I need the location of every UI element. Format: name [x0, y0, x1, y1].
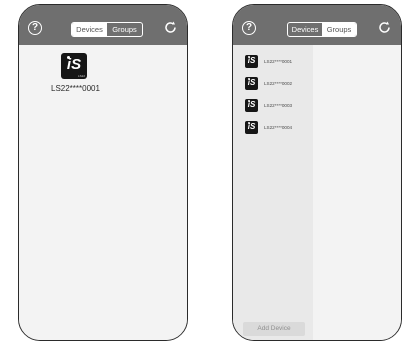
device-logo-icon: iS: [245, 55, 258, 68]
device-tile[interactable]: iS LS22 LS22****0001: [51, 53, 115, 93]
refresh-icon[interactable]: [163, 20, 178, 35]
device-name: LS22****0004: [264, 125, 293, 130]
phone-devices-view: ? Devices Groups iS LS22 LS22****0001: [18, 4, 188, 341]
tab-devices[interactable]: Devices: [288, 23, 322, 36]
groups-content: iS LS22****0001 iS LS22****0002 iS LS22*…: [233, 45, 401, 340]
device-logo-icon: iS: [245, 77, 258, 90]
tab-groups[interactable]: Groups: [107, 23, 142, 36]
device-grid: iS LS22 LS22****0001: [19, 45, 187, 340]
refresh-icon[interactable]: [377, 20, 392, 35]
top-bar: ? Devices Groups: [19, 5, 187, 45]
add-device-button[interactable]: Add Device: [243, 322, 305, 336]
list-item[interactable]: iS LS22****0002: [245, 77, 292, 90]
device-name: LS22****0001: [264, 59, 293, 64]
device-name: LS22****0001: [51, 84, 100, 93]
device-name: LS22****0003: [264, 103, 293, 108]
device-list-panel: iS LS22****0001 iS LS22****0002 iS LS22*…: [233, 45, 313, 340]
phone-groups-view: ? Devices Groups iS LS22****0001 iS LS22…: [232, 4, 402, 341]
help-icon[interactable]: ?: [28, 21, 42, 35]
list-item[interactable]: iS LS22****0004: [245, 121, 292, 134]
tab-devices[interactable]: Devices: [72, 23, 107, 36]
list-item[interactable]: iS LS22****0003: [245, 99, 292, 112]
device-logo-icon: iS: [245, 121, 258, 134]
top-bar: ? Devices Groups: [233, 5, 401, 45]
device-name: LS22****0002: [264, 81, 293, 86]
device-logo-icon: iS LS22: [61, 53, 87, 79]
devices-groups-toggle: Devices Groups: [71, 22, 143, 37]
list-item[interactable]: iS LS22****0001: [245, 55, 292, 68]
tab-groups[interactable]: Groups: [322, 23, 356, 36]
device-logo-icon: iS: [245, 99, 258, 112]
devices-groups-toggle: Devices Groups: [287, 22, 357, 37]
help-icon[interactable]: ?: [242, 21, 256, 35]
